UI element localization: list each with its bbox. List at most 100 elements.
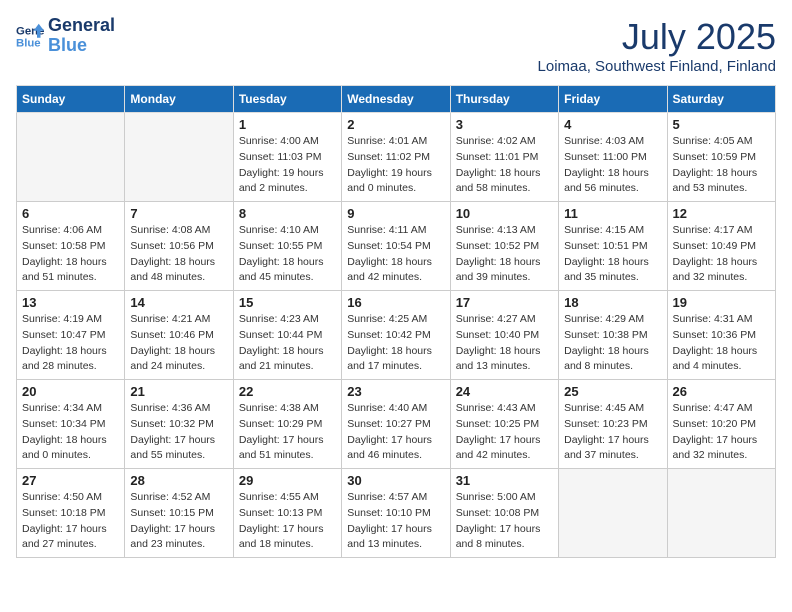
week-row-2: 6 Sunrise: 4:06 AM Sunset: 10:58 PM Dayli… [17,202,776,291]
calendar-cell [667,469,775,558]
title-block: July 2025 Loimaa, Southwest Finland, Fin… [538,16,776,75]
day-info: Sunrise: 4:47 AM Sunset: 10:20 PM Daylig… [673,401,770,464]
calendar-cell: 24Sunrise: 4:43 AM Sunset: 10:25 PM Dayl… [450,380,558,469]
day-number: 4 [564,117,661,132]
day-number: 9 [347,206,444,221]
calendar-cell: 30 Sunrise: 4:57 AM Sunset: 10:10 PM Dayl… [342,469,450,558]
calendar-cell: 15Sunrise: 4:23 AM Sunset: 10:44 PM Dayl… [233,291,341,380]
day-number: 12 [673,206,770,221]
weekday-header-saturday: Saturday [667,86,775,113]
svg-text:Blue: Blue [16,37,41,49]
calendar-cell: 16 Sunrise: 4:25 AM Sunset: 10:42 PM Dayl… [342,291,450,380]
week-row-1: 1 Sunrise: 4:00 AM Sunset: 11:03 PM Dayli… [17,113,776,202]
calendar-cell: 17Sunrise: 4:27 AM Sunset: 10:40 PM Dayl… [450,291,558,380]
day-number: 26 [673,384,770,399]
day-number: 1 [239,117,336,132]
calendar-cell: 29 Sunrise: 4:55 AM Sunset: 10:13 PM Dayl… [233,469,341,558]
day-info: Sunrise: 4:38 AM Sunset: 10:29 PM Daylig… [239,401,336,464]
calendar-cell: 13 Sunrise: 4:19 AM Sunset: 10:47 PM Dayl… [17,291,125,380]
day-info: Sunrise: 4:55 AM Sunset: 10:13 PM Daylig… [239,490,336,553]
calendar-cell: 26 Sunrise: 4:47 AM Sunset: 10:20 PM Dayl… [667,380,775,469]
calendar-cell: 4Sunrise: 4:03 AM Sunset: 11:00 PM Dayli… [559,113,667,202]
day-info: Sunrise: 4:25 AM Sunset: 10:42 PM Daylig… [347,312,444,375]
day-number: 5 [673,117,770,132]
weekday-header-sunday: Sunday [17,86,125,113]
calendar-cell: 28Sunrise: 4:52 AM Sunset: 10:15 PM Dayl… [125,469,233,558]
calendar-cell [17,113,125,202]
location-title: Loimaa, Southwest Finland, Finland [538,58,776,75]
weekday-header-wednesday: Wednesday [342,86,450,113]
day-info: Sunrise: 4:13 AM Sunset: 10:52 PM Daylig… [456,223,553,286]
calendar-table: SundayMondayTuesdayWednesdayThursdayFrid… [16,85,776,558]
day-info: Sunrise: 4:01 AM Sunset: 11:02 PM Daylig… [347,134,444,197]
week-row-5: 27Sunrise: 4:50 AM Sunset: 10:18 PM Dayl… [17,469,776,558]
page-header: General Blue General Blue July 2025 Loim… [16,16,776,75]
day-info: Sunrise: 4:21 AM Sunset: 10:46 PM Daylig… [130,312,227,375]
calendar-cell [125,113,233,202]
calendar-cell: 11 Sunrise: 4:15 AM Sunset: 10:51 PM Dayl… [559,202,667,291]
calendar-cell: 8 Sunrise: 4:10 AM Sunset: 10:55 PM Dayli… [233,202,341,291]
day-number: 17 [456,295,553,310]
day-info: Sunrise: 4:29 AM Sunset: 10:38 PM Daylig… [564,312,661,375]
calendar-cell: 23Sunrise: 4:40 AM Sunset: 10:27 PM Dayl… [342,380,450,469]
weekday-header-thursday: Thursday [450,86,558,113]
day-number: 30 [347,473,444,488]
day-info: Sunrise: 4:10 AM Sunset: 10:55 PM Daylig… [239,223,336,286]
day-info: Sunrise: 4:08 AM Sunset: 10:56 PM Daylig… [130,223,227,286]
day-info: Sunrise: 4:00 AM Sunset: 11:03 PM Daylig… [239,134,336,197]
day-number: 13 [22,295,119,310]
logo-icon: General Blue [16,22,44,50]
day-number: 31 [456,473,553,488]
calendar-cell: 22 Sunrise: 4:38 AM Sunset: 10:29 PM Dayl… [233,380,341,469]
day-info: Sunrise: 4:17 AM Sunset: 10:49 PM Daylig… [673,223,770,286]
calendar-cell: 9 Sunrise: 4:11 AM Sunset: 10:54 PM Dayli… [342,202,450,291]
day-number: 16 [347,295,444,310]
month-title: July 2025 [538,16,776,58]
day-info: Sunrise: 4:06 AM Sunset: 10:58 PM Daylig… [22,223,119,286]
day-info: Sunrise: 4:57 AM Sunset: 10:10 PM Daylig… [347,490,444,553]
day-info: Sunrise: 4:52 AM Sunset: 10:15 PM Daylig… [130,490,227,553]
calendar-cell: 31 Sunrise: 5:00 AM Sunset: 10:08 PM Dayl… [450,469,558,558]
day-number: 3 [456,117,553,132]
day-info: Sunrise: 5:00 AM Sunset: 10:08 PM Daylig… [456,490,553,553]
calendar-cell: 6 Sunrise: 4:06 AM Sunset: 10:58 PM Dayli… [17,202,125,291]
calendar-cell: 3 Sunrise: 4:02 AM Sunset: 11:01 PM Dayli… [450,113,558,202]
calendar-cell: 10 Sunrise: 4:13 AM Sunset: 10:52 PM Dayl… [450,202,558,291]
day-number: 6 [22,206,119,221]
logo-text: General Blue [48,16,115,56]
day-number: 8 [239,206,336,221]
day-number: 24 [456,384,553,399]
day-info: Sunrise: 4:50 AM Sunset: 10:18 PM Daylig… [22,490,119,553]
calendar-cell: 18 Sunrise: 4:29 AM Sunset: 10:38 PM Dayl… [559,291,667,380]
day-info: Sunrise: 4:31 AM Sunset: 10:36 PM Daylig… [673,312,770,375]
day-info: Sunrise: 4:11 AM Sunset: 10:54 PM Daylig… [347,223,444,286]
day-number: 22 [239,384,336,399]
day-number: 21 [130,384,227,399]
day-number: 10 [456,206,553,221]
calendar-cell: 20Sunrise: 4:34 AM Sunset: 10:34 PM Dayl… [17,380,125,469]
calendar-cell [559,469,667,558]
day-number: 18 [564,295,661,310]
day-info: Sunrise: 4:15 AM Sunset: 10:51 PM Daylig… [564,223,661,286]
weekday-header-row: SundayMondayTuesdayWednesdayThursdayFrid… [17,86,776,113]
day-number: 7 [130,206,227,221]
logo: General Blue General Blue [16,16,115,56]
day-info: Sunrise: 4:23 AM Sunset: 10:44 PM Daylig… [239,312,336,375]
weekday-header-friday: Friday [559,86,667,113]
day-number: 19 [673,295,770,310]
day-number: 2 [347,117,444,132]
weekday-header-monday: Monday [125,86,233,113]
day-info: Sunrise: 4:45 AM Sunset: 10:23 PM Daylig… [564,401,661,464]
calendar-cell: 12 Sunrise: 4:17 AM Sunset: 10:49 PM Dayl… [667,202,775,291]
calendar-cell: 25 Sunrise: 4:45 AM Sunset: 10:23 PM Dayl… [559,380,667,469]
calendar-cell: 1 Sunrise: 4:00 AM Sunset: 11:03 PM Dayli… [233,113,341,202]
calendar-cell: 19 Sunrise: 4:31 AM Sunset: 10:36 PM Dayl… [667,291,775,380]
day-number: 23 [347,384,444,399]
day-info: Sunrise: 4:02 AM Sunset: 11:01 PM Daylig… [456,134,553,197]
day-number: 25 [564,384,661,399]
week-row-4: 20Sunrise: 4:34 AM Sunset: 10:34 PM Dayl… [17,380,776,469]
day-number: 29 [239,473,336,488]
day-info: Sunrise: 4:19 AM Sunset: 10:47 PM Daylig… [22,312,119,375]
calendar-cell: 2 Sunrise: 4:01 AM Sunset: 11:02 PM Dayli… [342,113,450,202]
day-number: 11 [564,206,661,221]
